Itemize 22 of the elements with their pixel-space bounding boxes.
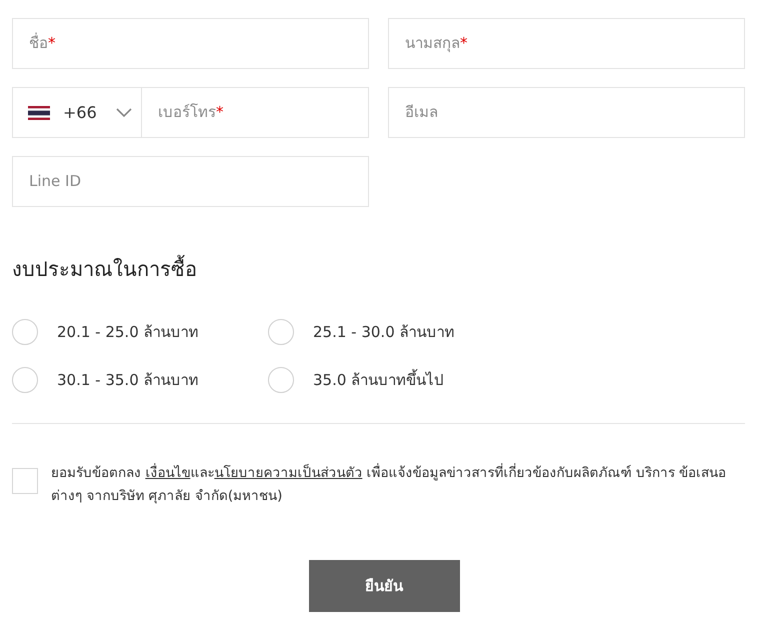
radio-button[interactable] xyxy=(268,319,294,345)
input-field[interactable]: Line ID xyxy=(12,156,369,207)
chevron-down-icon xyxy=(116,108,132,117)
link[interactable]: เงื่อนไข xyxy=(145,465,190,481)
checkbox[interactable] xyxy=(12,468,38,494)
link[interactable]: นโยบายความเป็นส่วนตัว xyxy=(214,465,362,481)
input-field[interactable]: นามสกุล* xyxy=(388,18,745,69)
input-field[interactable]: อีเมล xyxy=(388,87,745,138)
option-label: 25.1 - 30.0 ล้านบาท xyxy=(313,322,455,343)
option-label: 20.1 - 25.0 ล้านบาท xyxy=(57,322,199,343)
submit-button[interactable]: ยืนยัน xyxy=(308,560,460,612)
option-label: 30.1 - 35.0 ล้านบาท xyxy=(57,370,199,391)
flag-icon xyxy=(28,106,50,120)
radio-button[interactable] xyxy=(268,367,294,393)
radio-button[interactable] xyxy=(12,319,38,345)
input-field[interactable]: เบอร์โทร* xyxy=(142,87,369,138)
option-label: 35.0 ล้านบาทขึ้นไป xyxy=(313,368,444,391)
radio-button[interactable] xyxy=(12,367,38,393)
consent-text: ยอมรับข้อตกลง เงื่อนไขและนโยบายความเป็นส่วนตัว เพื่อแจ้งข้อมูลข่าวสารที่เกี่ยวข้องกับผลิตภัณฑ์ บริการ ข้อเสนอต่างๆ จากบริษัท ศุภาลัย จำกัด(มหาชน) xyxy=(51,462,728,506)
input-field[interactable]: ชื่อ* xyxy=(12,18,369,69)
country-code-select[interactable]: +66 xyxy=(12,87,142,138)
section-heading: งบประมาณในการซื้อ xyxy=(12,255,197,283)
